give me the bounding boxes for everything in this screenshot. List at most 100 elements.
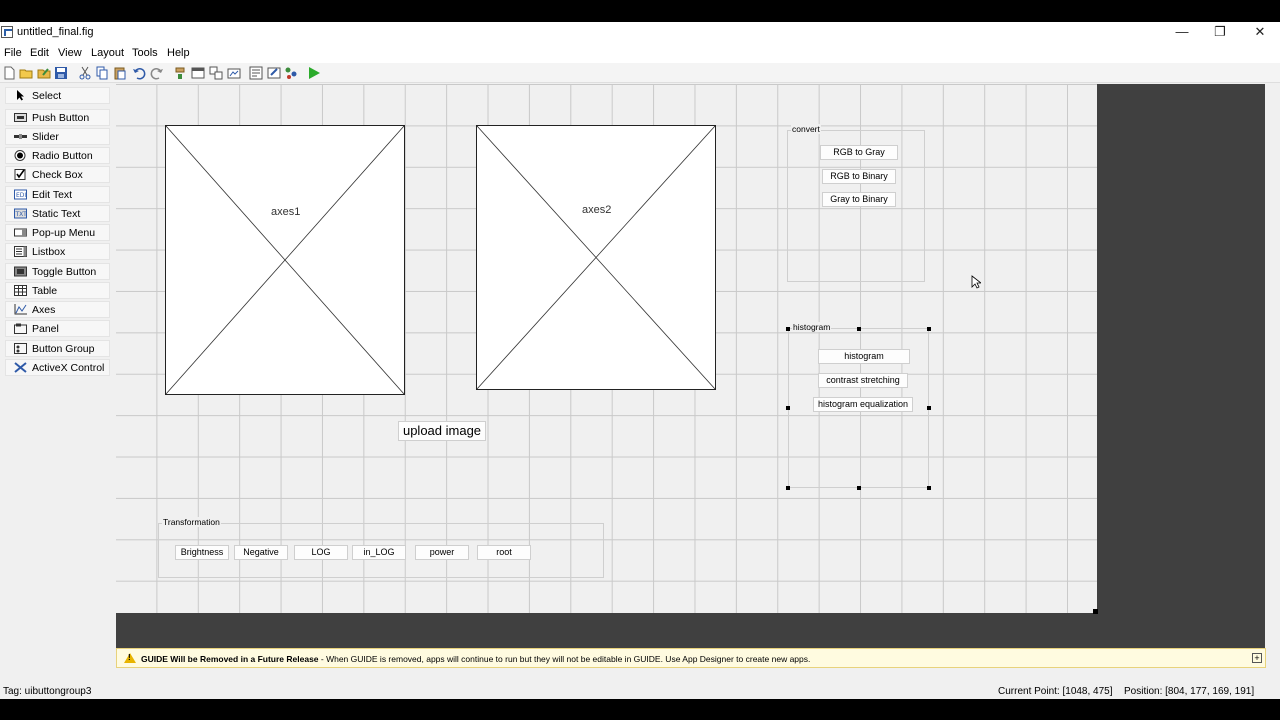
upload-image-button[interactable]: upload image <box>398 421 486 441</box>
palette-radio-button[interactable]: Radio Button <box>5 147 110 164</box>
palette-check-box[interactable]: Check Box <box>5 166 110 183</box>
align-icon[interactable] <box>173 66 187 80</box>
axes1[interactable]: axes1 <box>165 125 405 395</box>
transformation-panel[interactable]: Transformation Brightness Negative LOG i… <box>158 517 604 578</box>
popup-menu-icon <box>14 228 27 237</box>
selection-handle[interactable] <box>927 486 931 490</box>
convert-panel-title: convert <box>791 124 821 134</box>
table-icon <box>14 285 27 296</box>
palette-popup-menu[interactable]: Pop-up Menu <box>5 224 110 241</box>
rgb-to-binary-button[interactable]: RGB to Binary <box>822 169 896 184</box>
open-recent-icon[interactable] <box>37 66 51 80</box>
power-button[interactable]: power <box>415 545 469 560</box>
menu-editor-icon[interactable] <box>191 66 205 80</box>
palette-table[interactable]: Table <box>5 282 110 299</box>
expand-warning-icon[interactable]: + <box>1252 653 1262 663</box>
run-icon[interactable] <box>307 66 321 80</box>
palette-activex-control[interactable]: ActiveX Control <box>5 359 110 376</box>
selection-handle[interactable] <box>786 406 790 410</box>
arrow-cursor-icon <box>17 90 24 101</box>
palette-panel[interactable]: Panel <box>5 320 110 337</box>
root-button[interactable]: root <box>477 545 531 560</box>
svg-text:TXT: TXT <box>15 211 28 218</box>
palette-static-text[interactable]: TXT Static Text <box>5 205 110 222</box>
window-title: untitled_final.fig <box>17 26 94 38</box>
component-palette: Select Push Button Slider Radio Button C… <box>0 84 114 672</box>
selection-handle[interactable] <box>927 406 931 410</box>
cut-icon[interactable] <box>78 66 92 80</box>
histogram-equalization-button[interactable]: histogram equalization <box>813 397 913 412</box>
warning-exclamation: ! <box>128 653 131 662</box>
negative-button[interactable]: Negative <box>234 545 288 560</box>
checkbox-icon <box>14 169 26 180</box>
new-icon[interactable] <box>2 66 16 80</box>
gray-to-binary-button[interactable]: Gray to Binary <box>822 192 896 207</box>
log-button[interactable]: LOG <box>294 545 348 560</box>
selection-handle[interactable] <box>927 327 931 331</box>
layout-canvas[interactable]: axes1 axes2 upload image convert RGB to … <box>116 84 1097 613</box>
object-browser-icon[interactable] <box>284 66 298 80</box>
selection-handle[interactable] <box>786 327 790 331</box>
editor-icon[interactable] <box>249 66 263 80</box>
axes2[interactable]: axes2 <box>476 125 716 390</box>
axes1-label: axes1 <box>271 206 301 218</box>
contrast-stretching-button[interactable]: contrast stretching <box>818 373 908 388</box>
rgb-to-gray-button[interactable]: RGB to Gray <box>820 145 898 160</box>
property-inspector-icon[interactable] <box>267 66 281 80</box>
menu-edit[interactable]: Edit <box>30 47 49 59</box>
palette-toggle-button[interactable]: Toggle Button <box>5 263 110 280</box>
save-icon[interactable] <box>54 66 68 80</box>
slider-icon <box>14 134 27 139</box>
radio-button-icon <box>14 150 26 161</box>
toggle-button-icon <box>14 266 27 277</box>
menu-view[interactable]: View <box>58 47 82 59</box>
svg-text:EDIT: EDIT <box>16 192 27 199</box>
menu-tools[interactable]: Tools <box>132 47 158 59</box>
minimize-button[interactable]: — <box>1162 22 1202 44</box>
brightness-button[interactable]: Brightness <box>175 545 229 560</box>
palette-listbox[interactable]: Listbox <box>5 243 110 260</box>
copy-icon[interactable] <box>95 66 109 80</box>
selection-handle[interactable] <box>857 327 861 331</box>
palette-push-button[interactable]: Push Button <box>5 109 110 126</box>
toolbar-editor-icon[interactable] <box>227 66 241 80</box>
histogram-button[interactable]: histogram <box>818 349 910 364</box>
listbox-icon <box>14 246 27 257</box>
panel-icon <box>14 323 27 334</box>
guide-deprecation-warning: ! GUIDE Will be Removed in a Future Rele… <box>116 648 1266 668</box>
mouse-cursor-icon <box>971 275 981 289</box>
undo-icon[interactable] <box>132 66 146 80</box>
menu-help[interactable]: Help <box>167 47 190 59</box>
warning-text: GUIDE Will be Removed in a Future Releas… <box>141 654 811 664</box>
selection-handle[interactable] <box>857 486 861 490</box>
axes-placeholder-cross <box>477 126 715 389</box>
palette-select[interactable]: Select <box>5 87 110 104</box>
transformation-panel-title: Transformation <box>162 517 221 527</box>
axes-icon <box>14 304 27 315</box>
in-log-button[interactable]: in_LOG <box>352 545 406 560</box>
push-button-icon <box>14 113 27 122</box>
menu-layout[interactable]: Layout <box>91 47 124 59</box>
axes2-label: axes2 <box>582 204 612 216</box>
palette-slider[interactable]: Slider <box>5 128 110 145</box>
palette-axes[interactable]: Axes <box>5 301 110 318</box>
status-bar: Tag: uibuttongroup3 Current Point: [1048… <box>0 684 1280 699</box>
tab-order-icon[interactable] <box>209 66 223 80</box>
histogram-panel-title: histogram <box>792 322 832 332</box>
open-icon[interactable] <box>19 66 33 80</box>
figure-resize-handle[interactable] <box>1093 609 1098 614</box>
palette-edit-text[interactable]: EDIT Edit Text <box>5 186 110 203</box>
palette-button-group[interactable]: Button Group <box>5 340 110 357</box>
selection-handle[interactable] <box>786 486 790 490</box>
convert-panel[interactable]: convert RGB to Gray RGB to Binary Gray t… <box>787 124 925 282</box>
paste-icon[interactable] <box>113 66 127 80</box>
static-text-icon: TXT <box>14 208 27 219</box>
status-position: Position: [804, 177, 169, 191] <box>1124 686 1255 697</box>
status-tag: Tag: uibuttongroup3 <box>3 686 92 697</box>
menu-file[interactable]: File <box>4 47 22 59</box>
button-group-icon <box>14 343 27 354</box>
redo-icon[interactable] <box>150 66 164 80</box>
restore-button[interactable]: ❐ <box>1200 22 1240 44</box>
histogram-panel[interactable]: histogram histogram contrast stretching … <box>788 322 929 488</box>
close-button[interactable]: ✕ <box>1240 22 1280 44</box>
